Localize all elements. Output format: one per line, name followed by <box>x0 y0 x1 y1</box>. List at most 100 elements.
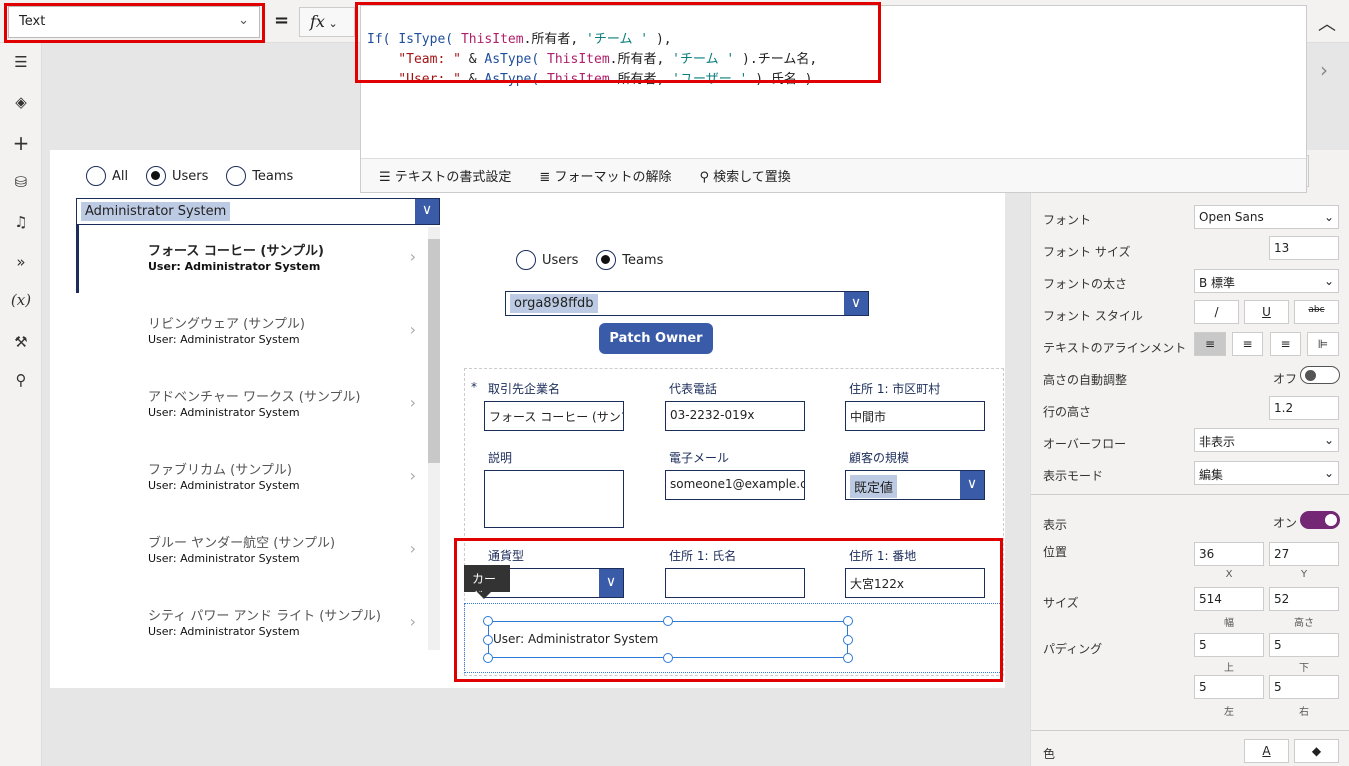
chevron-down-icon: ⌄ <box>1323 274 1334 288</box>
chevron-down-icon: ⌄ <box>1323 466 1334 480</box>
fill-color-icon[interactable]: ◆ <box>1294 739 1339 763</box>
align-justify-icon[interactable]: ⊫ <box>1307 332 1339 356</box>
field-label: 住所 1: 市区町村 <box>849 382 941 396</box>
fx-button[interactable]: fx ⌄ <box>299 7 355 37</box>
layers-icon[interactable]: ◈ <box>8 93 34 111</box>
filter-radio-group: All Users Teams <box>86 166 307 186</box>
divider <box>1031 730 1349 731</box>
chevron-right-icon[interactable]: › <box>410 247 416 266</box>
list-item[interactable]: リビングウェア (サンプル) User: Administrator System… <box>76 298 416 371</box>
power-automate-icon[interactable]: » <box>8 253 34 271</box>
item-sub: User: Administrator System <box>148 260 321 273</box>
padding-left-input[interactable]: 5 <box>1194 675 1264 699</box>
account-name-input[interactable]: フォース コーヒー (サンプル) <box>484 401 624 431</box>
variables-icon[interactable]: (x) <box>8 291 34 309</box>
radio-users[interactable] <box>516 250 536 270</box>
prop-value: Open Sans <box>1199 210 1264 224</box>
font-weight-dropdown[interactable]: B 標準 ⌄ <box>1194 269 1339 293</box>
field-label: 顧客の規模 <box>849 451 910 465</box>
radio-label: All <box>112 168 129 184</box>
divider <box>1031 494 1349 495</box>
format-text-button[interactable]: ☰ テキストの書式設定 <box>379 166 511 185</box>
search-icon[interactable]: ⚲ <box>8 371 34 389</box>
align-center-icon[interactable]: ≡ <box>1232 332 1263 356</box>
email-input[interactable]: someone1@example.com <box>665 470 805 500</box>
tools-icon[interactable]: ⚒ <box>8 333 34 351</box>
align-left-icon[interactable]: ≡ <box>1194 332 1226 356</box>
sub-label: 右 <box>1299 707 1309 718</box>
position-x-input[interactable]: 36 <box>1194 542 1264 566</box>
phone-input[interactable]: 03-2232-019x <box>665 401 805 431</box>
owner-combobox[interactable]: Administrator System ∨ <box>76 198 440 225</box>
list-item[interactable]: ブルー ヤンダー航空 (サンプル) User: Administrator Sys… <box>76 517 416 590</box>
align-right-icon[interactable]: ≡ <box>1270 332 1301 356</box>
font-size-input[interactable]: 13 <box>1269 236 1339 260</box>
radio-all[interactable] <box>86 166 106 186</box>
underline-button[interactable]: U <box>1244 300 1289 324</box>
sub-label: 幅 <box>1224 618 1234 629</box>
chevron-right-icon[interactable]: › <box>410 393 416 412</box>
sub-label: 高さ <box>1294 618 1314 629</box>
insert-icon[interactable]: + <box>8 131 34 155</box>
scrollbar-thumb[interactable] <box>428 239 440 463</box>
display-mode-dropdown[interactable]: 編集 ⌄ <box>1194 461 1339 485</box>
collapse-formula-icon[interactable]: ︿ <box>1318 10 1336 36</box>
chevron-down-icon[interactable]: ∨ <box>960 471 984 499</box>
field-label: 電子メール <box>669 451 730 465</box>
radio-teams[interactable] <box>226 166 247 186</box>
padding-top-input[interactable]: 5 <box>1194 633 1264 657</box>
radio-users[interactable] <box>145 166 166 186</box>
text-color-button[interactable]: A <box>1244 739 1289 763</box>
chevron-down-icon: ⌄ <box>1323 210 1334 224</box>
patch-owner-button[interactable]: Patch Owner <box>599 323 713 354</box>
chevron-right-icon[interactable]: › <box>410 320 416 339</box>
line-height-input[interactable]: 1.2 <box>1269 396 1339 420</box>
team-combobox[interactable]: orga898ffdb ∨ <box>505 291 869 316</box>
field-label: 代表電話 <box>669 382 718 396</box>
prop-label: 表示 <box>1043 518 1068 532</box>
chevron-down-icon[interactable]: ∨ <box>415 199 439 224</box>
customer-size-dropdown[interactable]: 既定値 ∨ <box>845 470 985 500</box>
scrollbar[interactable] <box>428 227 440 650</box>
radio-teams[interactable] <box>596 250 617 270</box>
chevron-down-icon[interactable]: ∨ <box>844 292 868 315</box>
autoheight-toggle[interactable] <box>1300 366 1340 384</box>
remove-format-button[interactable]: ≣ フォーマットの解除 <box>539 166 671 185</box>
item-sub: User: Administrator System <box>148 552 300 565</box>
font-dropdown[interactable]: Open Sans ⌄ <box>1194 205 1339 229</box>
left-rail: ☰ ◈ + ⛁ ♫ » (x) ⚒ ⚲ <box>0 43 42 766</box>
width-input[interactable]: 514 <box>1194 587 1264 611</box>
height-input[interactable]: 52 <box>1269 587 1339 611</box>
item-sub: User: Administrator System <box>148 406 300 419</box>
chevron-right-icon[interactable]: › <box>410 612 416 631</box>
position-y-input[interactable]: 27 <box>1269 542 1339 566</box>
chevron-right-icon[interactable]: › <box>1320 58 1328 82</box>
overflow-dropdown[interactable]: 非表示 ⌄ <box>1194 428 1339 452</box>
search-icon: ⚲ <box>699 170 714 185</box>
media-icon[interactable]: ♫ <box>8 213 34 231</box>
radio-label: Teams <box>622 252 664 268</box>
strikethrough-button[interactable]: abc <box>1294 300 1339 324</box>
padding-right-input[interactable]: 5 <box>1269 675 1339 699</box>
highlight-box <box>355 2 881 83</box>
city-input[interactable]: 中間市 <box>845 401 985 431</box>
list-item[interactable]: アドベンチャー ワークス (サンプル) User: Administrator S… <box>76 371 416 444</box>
find-replace-button[interactable]: ⚲ 検索して置換 <box>699 166 790 185</box>
italic-button[interactable]: / <box>1194 300 1239 324</box>
prop-label: 位置 <box>1043 545 1068 559</box>
menu-icon[interactable]: ☰ <box>8 53 34 71</box>
description-input[interactable] <box>484 470 624 528</box>
sub-label: Y <box>1300 569 1308 580</box>
list-item[interactable]: ファブリカム (サンプル) User: Administrator System › <box>76 444 416 517</box>
visible-toggle[interactable] <box>1300 511 1340 529</box>
chevron-right-icon[interactable]: › <box>410 539 416 558</box>
formula-toolbar: ☰ テキストの書式設定 ≣ フォーマットの解除 ⚲ 検索して置換 <box>361 158 1306 192</box>
chevron-right-icon[interactable]: › <box>410 466 416 485</box>
prop-label: フォント <box>1043 213 1092 227</box>
combo-selected: Administrator System <box>81 202 231 221</box>
list-item[interactable]: フォース コーヒー (サンプル) User: Administrator Syst… <box>76 225 416 298</box>
data-icon[interactable]: ⛁ <box>8 173 34 191</box>
list-item[interactable]: シティ パワー アンド ライト (サンプル) User: Administrato… <box>76 590 416 663</box>
padding-bottom-input[interactable]: 5 <box>1269 633 1339 657</box>
item-title: フォース コーヒー (サンプル) <box>148 244 324 259</box>
